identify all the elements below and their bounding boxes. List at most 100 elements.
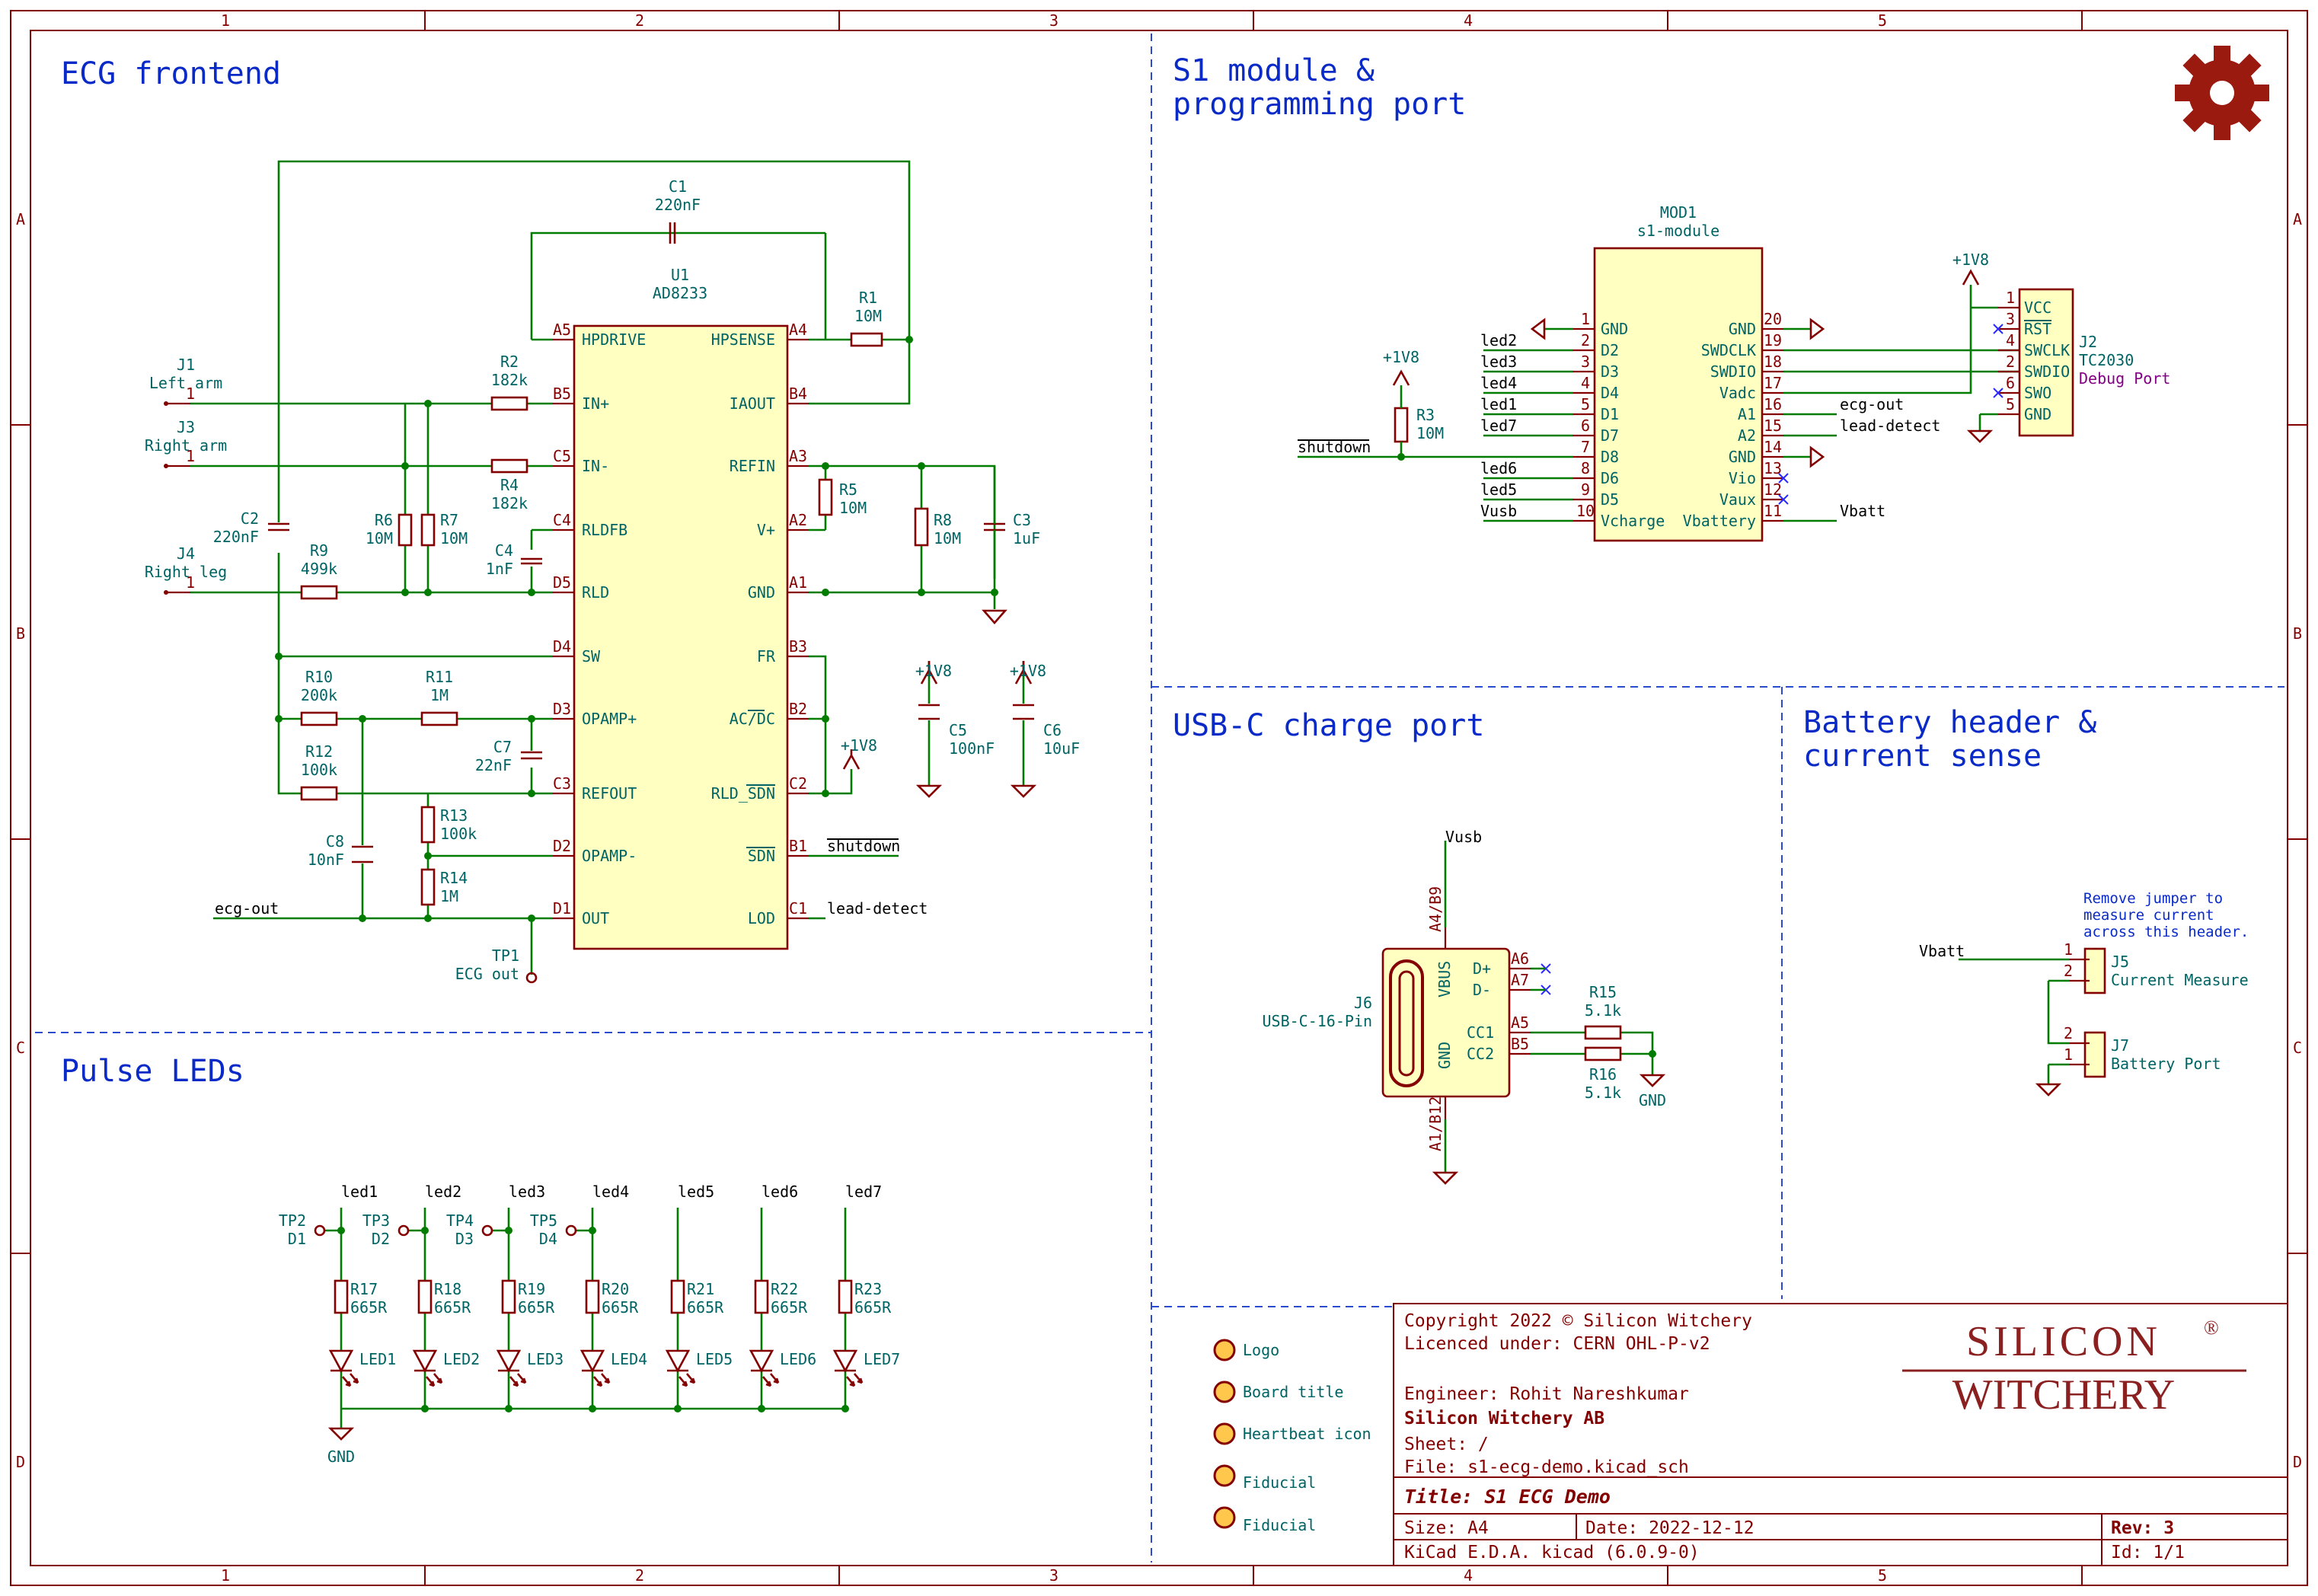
j1-ref: J1 bbox=[177, 356, 195, 374]
led-resistor-ref: R17 bbox=[350, 1280, 378, 1298]
resistor-r11[interactable]: R11 1M bbox=[420, 668, 458, 726]
led-ref: LED3 bbox=[527, 1350, 564, 1368]
testpoint-tp3[interactable]: TP3D2 bbox=[362, 1211, 429, 1248]
j7-body[interactable] bbox=[2083, 1031, 2106, 1078]
resistor-r16[interactable]: R16 5.1k bbox=[1584, 1046, 1622, 1102]
r11-ref: R11 bbox=[426, 668, 453, 686]
resistor-r4[interactable]: R4 182k bbox=[490, 458, 528, 512]
tp1-ref: TP1 bbox=[492, 946, 519, 965]
mod1-net-led1: led1 bbox=[1480, 395, 1517, 413]
resistor-r12[interactable]: R12 100k bbox=[300, 742, 338, 801]
connector-j3[interactable]: 1 J3 Right arm bbox=[145, 418, 227, 468]
resistor-r23[interactable]: R23665R bbox=[838, 1279, 892, 1317]
resistor-r18[interactable]: R18665R bbox=[417, 1279, 471, 1317]
resistor-r19[interactable]: R19665R bbox=[501, 1279, 555, 1317]
j2-pin-1-num: 1 bbox=[2006, 289, 2015, 307]
no-connect-icon bbox=[1993, 324, 2004, 398]
grid-row-a-right: A bbox=[2293, 210, 2302, 228]
mod1-pin-6-name: D7 bbox=[1601, 426, 1619, 445]
mod1-pin-3-num: 3 bbox=[1581, 353, 1590, 371]
fiducial-icon[interactable] bbox=[1213, 1506, 1236, 1529]
resistor-r7[interactable]: R7 10M bbox=[420, 511, 468, 547]
resistor-r6[interactable]: R6 10M bbox=[366, 511, 413, 547]
connector-j1[interactable]: 1 J1 Left arm bbox=[149, 356, 222, 406]
connector-j4[interactable]: 1 J4 Right leg bbox=[145, 544, 227, 595]
resistor-r14[interactable]: R14 1M bbox=[420, 868, 468, 906]
resistor-r17[interactable]: R17665R bbox=[334, 1279, 388, 1317]
mod1-net-vusb: Vusb bbox=[1480, 502, 1517, 520]
resistor-r22[interactable]: R22665R bbox=[754, 1279, 808, 1317]
testpoint-tp4[interactable]: TP4D3 bbox=[446, 1211, 512, 1248]
resistor-r2[interactable]: R2 182k bbox=[490, 353, 528, 411]
fiducial-icon[interactable] bbox=[1213, 1422, 1236, 1445]
j7-pin-1: 1 bbox=[2064, 1045, 2073, 1064]
mod1-pin-14-num: 14 bbox=[1764, 438, 1782, 456]
led-resistor-ref: R18 bbox=[434, 1280, 461, 1298]
mod1-pin-18-name: SWDIO bbox=[1710, 362, 1756, 381]
grid-row-d-right: D bbox=[2293, 1453, 2302, 1471]
resistor-r1[interactable]: R1 10M bbox=[850, 289, 883, 347]
r16-value: 5.1k bbox=[1585, 1084, 1621, 1102]
fiducial-label-heartbeat: Heartbeat icon bbox=[1243, 1425, 1371, 1443]
led-resistor-ref: R23 bbox=[854, 1280, 882, 1298]
resistor-r5[interactable]: R5 10M bbox=[818, 478, 867, 517]
tb-sheet: Sheet: / bbox=[1404, 1435, 1489, 1454]
usb-gnd-net: GND bbox=[1639, 1091, 1666, 1109]
ground-icon bbox=[982, 609, 1007, 624]
c3-value: 1uF bbox=[1013, 529, 1040, 547]
power-label-c6: +1V8 bbox=[1010, 662, 1046, 680]
led-channel-4: led4 R20665R LED4 TP5D4 bbox=[530, 1183, 647, 1412]
resistor-r13[interactable]: R13 100k bbox=[420, 806, 477, 844]
tb-company: Silicon Witchery AB bbox=[1404, 1409, 1604, 1428]
resistor-r10[interactable]: R10 200k bbox=[300, 668, 338, 726]
led-net-label: led4 bbox=[592, 1183, 629, 1201]
grid-col-2-bottom: 2 bbox=[635, 1566, 644, 1585]
j5-body[interactable] bbox=[2083, 947, 2106, 994]
pin-num: D4 bbox=[553, 637, 571, 656]
pulse-leds: led1R17665RLED1TP2D1led2R18665RLED2TP3D2… bbox=[279, 1183, 900, 1466]
pin-num: D1 bbox=[553, 899, 571, 918]
testpoint-tp2[interactable]: TP2D1 bbox=[279, 1211, 345, 1248]
pin-name: SW bbox=[582, 647, 601, 666]
mod1-pin-2-num: 2 bbox=[1581, 331, 1590, 350]
c5-ref: C5 bbox=[949, 721, 967, 739]
grid-col-4: 4 bbox=[1464, 11, 1473, 30]
led-net-label: led1 bbox=[341, 1183, 378, 1201]
capacitor-c4[interactable]: C4 1nF bbox=[486, 541, 542, 578]
testpoint-tp5[interactable]: TP5D4 bbox=[530, 1211, 596, 1248]
led-resistor-ref: R19 bbox=[518, 1280, 545, 1298]
pin-name: IN+ bbox=[582, 394, 609, 413]
u1-value: AD8233 bbox=[653, 284, 707, 302]
j2-pin-3-num: 3 bbox=[2006, 310, 2015, 328]
fiducial-label-fid2: Fiducial bbox=[1243, 1516, 1316, 1534]
fiducial-icon[interactable] bbox=[1213, 1339, 1236, 1361]
mod1-pin-15-num: 15 bbox=[1764, 417, 1782, 435]
capacitor-c3[interactable]: C3 1uF bbox=[984, 466, 1040, 592]
testpoint-tp1[interactable]: TP1 ECG out bbox=[455, 946, 538, 984]
resistor-r21[interactable]: R21665R bbox=[670, 1279, 724, 1317]
r16-ref: R16 bbox=[1589, 1065, 1617, 1084]
tp-ref: TP4 bbox=[446, 1211, 474, 1230]
resistor-r9[interactable]: R9 499k bbox=[300, 541, 338, 600]
resistor-r20[interactable]: R20665R bbox=[585, 1279, 639, 1317]
pin-num: C5 bbox=[553, 447, 571, 465]
resistor-r3[interactable]: R3 10M bbox=[1394, 385, 1444, 457]
mod1-net-vbatt: Vbatt bbox=[1840, 502, 1885, 520]
r15-ref: R15 bbox=[1589, 983, 1617, 1001]
fiducial-icon[interactable] bbox=[1213, 1381, 1236, 1403]
j6-value: USB-C-16-Pin bbox=[1263, 1012, 1373, 1030]
led-net-label: led2 bbox=[425, 1183, 461, 1201]
usb-pin-bottom: A1/B12 bbox=[1426, 1096, 1445, 1151]
fiducial-icon[interactable] bbox=[1213, 1464, 1236, 1487]
resistor-r8[interactable]: R8 10M bbox=[914, 507, 961, 547]
r4-ref: R4 bbox=[500, 476, 519, 494]
led-resistor-value: 665R bbox=[350, 1298, 388, 1317]
pin-num: C1 bbox=[789, 899, 807, 918]
j7-pin-2: 2 bbox=[2064, 1024, 2073, 1042]
led-resistor-value: 665R bbox=[854, 1298, 892, 1317]
mod1-pin-18-num: 18 bbox=[1764, 353, 1782, 371]
resistor-r15[interactable]: R15 5.1k bbox=[1584, 983, 1622, 1040]
section-title-s1-line1: S1 module & bbox=[1173, 53, 1375, 88]
grid-row-b-right: B bbox=[2293, 624, 2302, 643]
j3-ref: J3 bbox=[177, 418, 195, 436]
